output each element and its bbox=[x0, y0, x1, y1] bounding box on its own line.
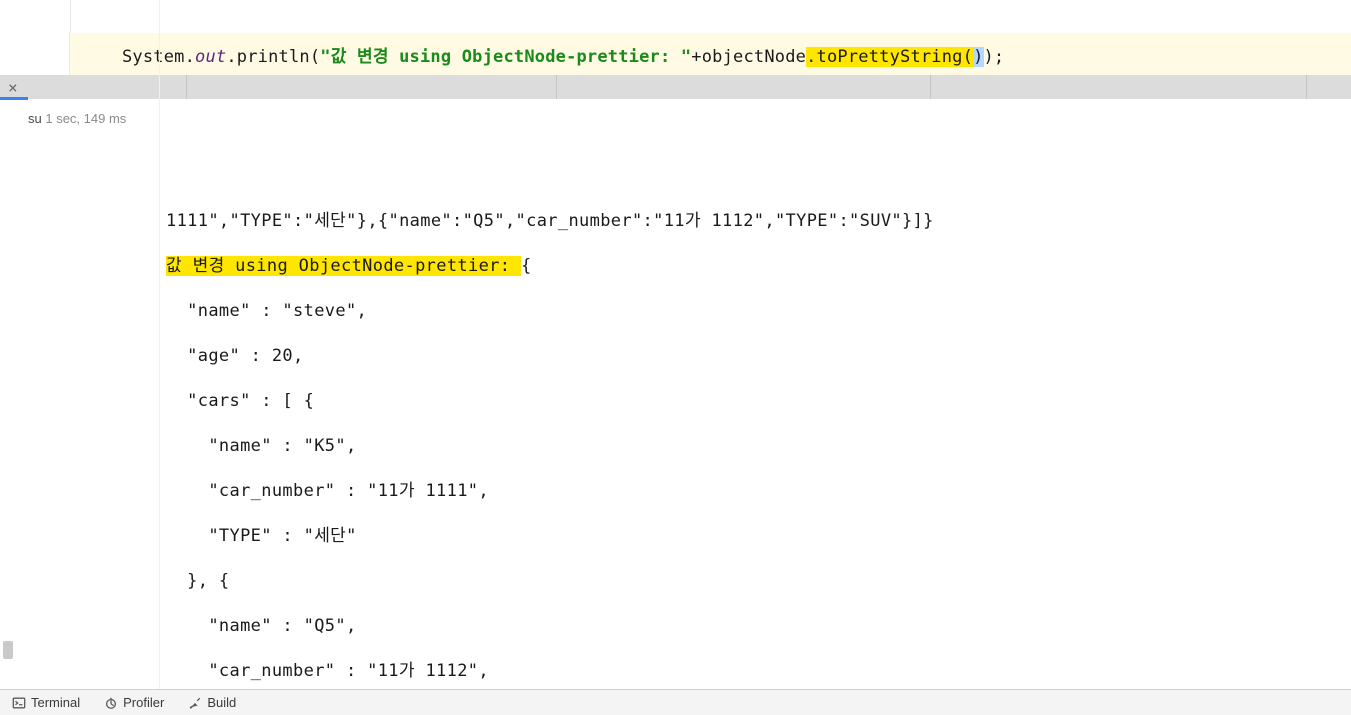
console-line: "name" : "K5", bbox=[166, 436, 357, 456]
terminal-label: Terminal bbox=[31, 695, 80, 710]
console-line: { bbox=[521, 256, 532, 276]
code-string-literal: "값 변경 using ObjectNode-prettier: " bbox=[320, 47, 691, 67]
tab-divider bbox=[1306, 75, 1307, 99]
output-column-divider bbox=[159, 99, 160, 689]
console-line: "car_number" : "11가 1112", bbox=[166, 661, 489, 681]
console-line: "car_number" : "11가 1111", bbox=[166, 481, 489, 501]
terminal-icon bbox=[12, 696, 26, 710]
code-segment: ); bbox=[984, 47, 1005, 67]
console-line: "TYPE" : "세단" bbox=[166, 526, 357, 546]
editor-code-line[interactable]: System.out.println("값 변경 using ObjectNod… bbox=[0, 33, 1351, 75]
profiler-tab[interactable]: Profiler bbox=[92, 690, 176, 715]
build-tab[interactable]: Build bbox=[176, 690, 248, 715]
code-text: System.out.println("값 변경 using ObjectNod… bbox=[70, 42, 1004, 67]
tab-divider bbox=[556, 75, 557, 99]
run-status-label: su bbox=[28, 111, 42, 126]
console-line: 1111","TYPE":"세단"},{"name":"Q5","car_num… bbox=[166, 211, 934, 231]
build-icon bbox=[188, 696, 202, 710]
console-line: }, { bbox=[166, 571, 230, 591]
tab-divider bbox=[186, 75, 187, 99]
run-output-panel: su 1 sec, 149 ms 1111","TYPE":"세단"},{"na… bbox=[0, 99, 1351, 689]
code-out-keyword: out bbox=[195, 47, 226, 67]
console-line: "age" : 20, bbox=[166, 346, 304, 366]
build-label: Build bbox=[207, 695, 236, 710]
code-method-highlight: .toPrettyString( bbox=[806, 47, 973, 67]
editor-blank bbox=[70, 0, 1351, 33]
profiler-label: Profiler bbox=[123, 695, 164, 710]
profiler-icon bbox=[104, 696, 118, 710]
tab-divider bbox=[930, 75, 931, 99]
code-segment: +objectNode bbox=[691, 47, 806, 67]
run-tab-strip: × bbox=[0, 75, 1351, 99]
run-duration: 1 sec, 149 ms bbox=[45, 111, 126, 126]
run-toolbar-gutter bbox=[0, 99, 28, 689]
bottom-toolbar: Terminal Profiler Build bbox=[0, 689, 1351, 715]
console-line: "name" : "Q5", bbox=[166, 616, 357, 636]
console-output[interactable]: 1111","TYPE":"세단"},{"name":"Q5","car_num… bbox=[128, 99, 1351, 689]
scrollbar-thumb[interactable] bbox=[3, 641, 13, 659]
editor-gutter bbox=[0, 33, 70, 75]
console-highlight: 값 변경 using ObjectNode-prettier: bbox=[166, 256, 521, 276]
terminal-tab[interactable]: Terminal bbox=[0, 690, 92, 715]
code-segment: .println( bbox=[226, 47, 320, 67]
console-line: "name" : "steve", bbox=[166, 301, 367, 321]
code-paren-highlight: ) bbox=[973, 47, 983, 67]
run-status: su 1 sec, 149 ms bbox=[28, 99, 128, 689]
console-line: "cars" : [ { bbox=[166, 391, 314, 411]
close-icon[interactable]: × bbox=[8, 78, 18, 97]
